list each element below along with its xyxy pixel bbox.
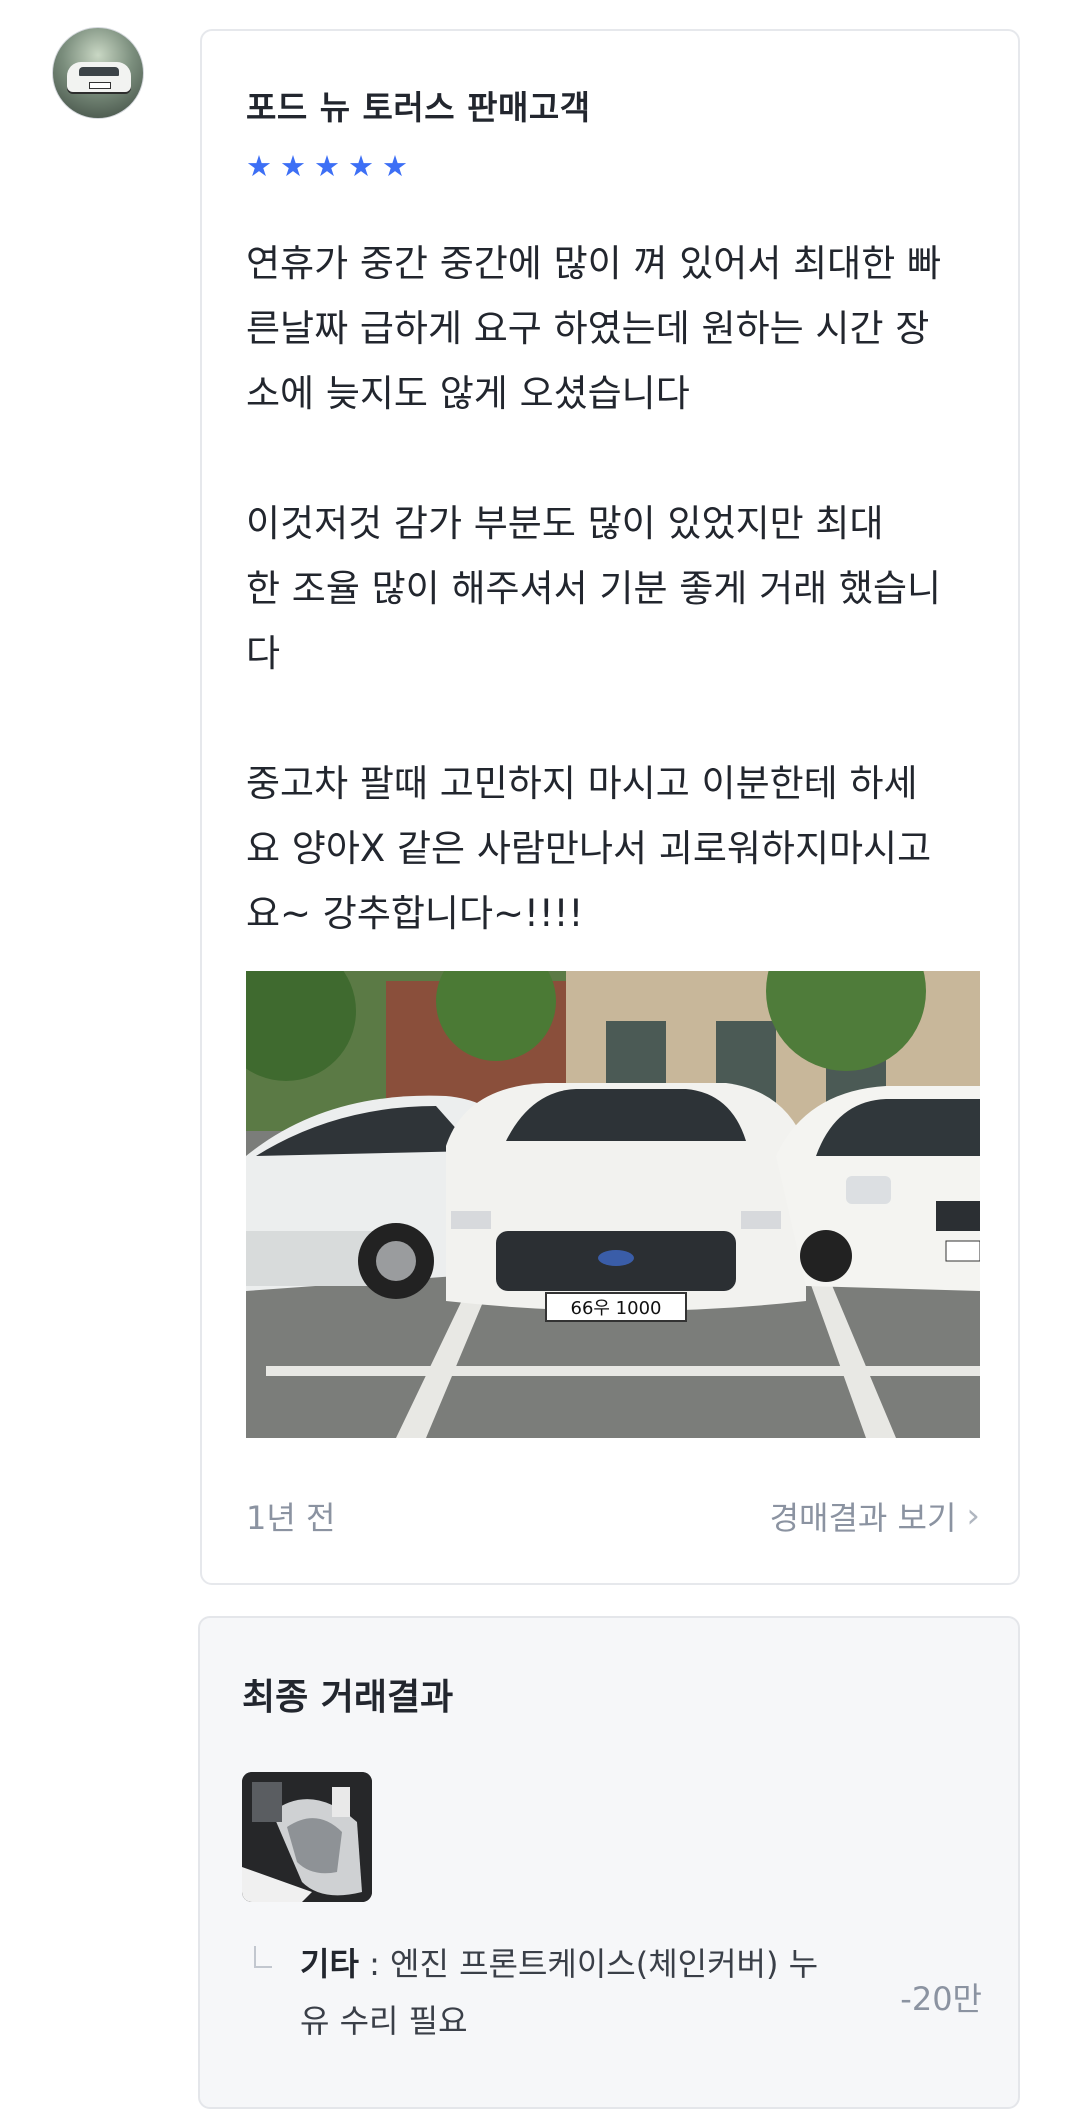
star-icon: ★ <box>246 149 272 183</box>
star-icon: ★ <box>348 149 374 183</box>
result-item-price: -20만 <box>900 1980 982 2018</box>
star-icon: ★ <box>280 149 306 183</box>
star-icon: ★ <box>382 149 408 183</box>
review-time: 1년 전 <box>246 1499 336 1537</box>
license-plate: 66우 1000 <box>571 1298 662 1319</box>
review-card: 포드 뉴 토러스 판매고객 ★ ★ ★ ★ ★ 연휴가 중간 중간에 많이 껴 … <box>200 29 1020 1585</box>
star-icon: ★ <box>314 149 340 183</box>
car-avatar-icon <box>67 62 131 92</box>
review-photo[interactable]: 66우 1000 <box>246 971 980 1438</box>
result-item-text: 기타 : 엔진 프론트케이스(체인커버) 누유 수리 필요 <box>300 1936 840 2050</box>
reviewer-name: 포드 뉴 토러스 판매고객 <box>246 88 591 127</box>
result-photo-thumbnail[interactable] <box>242 1772 372 1902</box>
result-item-row: 기타 : 엔진 프론트케이스(체인커버) 누유 수리 필요 -20만 <box>242 1936 982 2066</box>
reviewer-avatar <box>52 27 144 119</box>
result-item-label: 기타 <box>300 1945 359 1983</box>
final-result-card: 최종 거래결과 기타 : 엔진 프론트케이스(체인커버) 누유 수리 필요 -2… <box>198 1616 1020 2109</box>
result-item-separator: : <box>358 1945 391 1983</box>
result-photo-image <box>242 1772 372 1902</box>
review-photo-image: 66우 1000 <box>246 971 980 1438</box>
review-meta: 1년 전 경매결과 보기 › <box>246 1493 980 1537</box>
final-result-title: 최종 거래결과 <box>242 1677 454 1718</box>
review-text: 연휴가 중간 중간에 많이 껴 있어서 최대한 빠 른날짜 급하게 요구 하였는… <box>246 242 942 935</box>
rating-stars: ★ ★ ★ ★ ★ <box>246 149 408 183</box>
branch-connector-icon <box>254 1946 272 1968</box>
chevron-right-icon: › <box>966 1496 980 1536</box>
auction-result-link[interactable]: 경매결과 보기 › <box>770 1493 980 1539</box>
auction-result-link-label: 경매결과 보기 <box>769 1499 957 1537</box>
